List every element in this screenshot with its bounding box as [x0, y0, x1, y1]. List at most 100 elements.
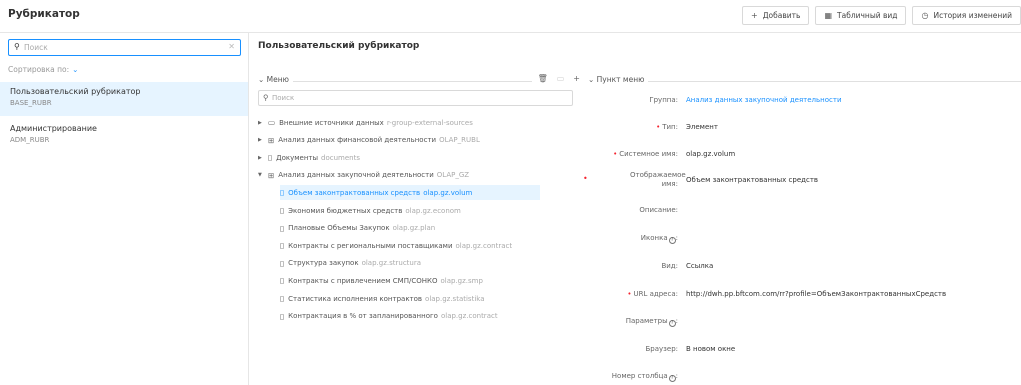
tree-node-name: Плановые Объемы Закупок: [288, 224, 390, 233]
clear-icon[interactable]: ✕: [228, 42, 235, 51]
field-value: http://dwh.pp.bftcom.com/rr?profile=Объе…: [686, 290, 947, 298]
item-section-label: Пункт меню: [596, 75, 645, 84]
item-section-header: ⌄ Пункт меню: [588, 75, 1021, 87]
tree-node[interactable]: ▯ Экономия бюджетных средств olap.gz.econo…: [280, 203, 465, 218]
rubricator-search-input[interactable]: [24, 41, 224, 54]
field-value[interactable]: Анализ данных закупочной деятельности: [686, 96, 842, 104]
field-label: Браузер:: [645, 345, 678, 353]
history-button[interactable]: ◷ История изменений: [912, 6, 1021, 25]
tree-node[interactable]: ▯ Контракты с региональными поставщиками o…: [280, 238, 516, 253]
tree-node[interactable]: ▶ ▭ Внешние источники данных r-group-extern…: [258, 115, 477, 130]
field-label: • Системное имя:: [613, 150, 678, 158]
tree-node-name: Анализ данных финансовой деятельности: [278, 136, 437, 145]
chevron-down-icon[interactable]: ⌄: [72, 65, 78, 74]
tree-node[interactable]: ▼ ⊞ Анализ данных закупочной деятельности O…: [258, 168, 473, 183]
folder-icon[interactable]: ▭: [557, 74, 565, 83]
tree-node-code: olap.gz.structura: [361, 259, 422, 268]
caret-down-icon[interactable]: ▼: [258, 172, 268, 178]
tree-node-name: Анализ данных закупочной деятельности: [278, 171, 434, 180]
caret-right-icon[interactable]: ▶: [258, 137, 268, 143]
field-value: В новом окне: [686, 345, 736, 353]
menu-search[interactable]: ⚲: [258, 90, 573, 106]
caret-right-icon[interactable]: ▶: [258, 120, 268, 126]
caret-right-icon[interactable]: ▶: [258, 155, 268, 161]
rubricator-item-base[interactable]: Пользовательский рубрикатор BASE_RUBR: [0, 82, 248, 116]
label-colon: :: [675, 317, 678, 325]
document-icon: ▯: [268, 153, 273, 163]
menu-actions: 🗑 ▭ +: [531, 74, 580, 83]
field-label-text: Браузер:: [645, 345, 678, 353]
tree-node[interactable]: ▯ Плановые Объемы Закупок olap.gz.plan: [280, 221, 439, 236]
form-row: • Системное имя: olap.gz.volum: [588, 145, 1021, 165]
plus-icon[interactable]: +: [573, 74, 580, 83]
tree-node[interactable]: ▯ Статистика исполнения контрактов olap.gz…: [280, 291, 489, 306]
search-icon: ⚲: [14, 42, 20, 51]
table-view-button[interactable]: ▦ Табличный вид: [815, 6, 907, 25]
help-icon[interactable]: ?: [668, 375, 676, 382]
required-marker: •: [613, 150, 618, 158]
field-label: • URL адреса:: [627, 290, 678, 298]
tree-node[interactable]: ▶ ⊞ Анализ данных финансовой деятельности O…: [258, 133, 484, 148]
form-row: Браузер: В новом окне: [588, 340, 1021, 360]
help-icon[interactable]: ?: [668, 320, 676, 327]
menu-section-header: ⌄ Меню 🗑 ▭ +: [258, 74, 580, 87]
plus-icon: +: [750, 11, 758, 20]
group-icon: ⊞: [268, 135, 275, 145]
top-bar: Рубрикатор + Добавить ▦ Табличный вид ◷ …: [0, 0, 1021, 33]
tree-node-name: Статистика исполнения контрактов: [288, 294, 423, 303]
trash-icon[interactable]: 🗑: [538, 74, 548, 83]
sort-label: Сортировка по:: [8, 65, 70, 74]
tree-node[interactable]: ▯ Структура закупок olap.gz.structura: [280, 256, 425, 271]
tree-node-name: Объем законтрактованных средств: [288, 188, 421, 197]
label-colon: :: [675, 372, 678, 380]
field-value: Объем законтрактованных средств: [686, 176, 819, 184]
tree-node-name: Экономия бюджетных средств: [288, 206, 403, 215]
form-row: Описание:: [588, 201, 1021, 221]
document-icon: ▯: [280, 311, 285, 321]
tree-node-code: olap.gz.contract: [455, 241, 513, 250]
rubricator-search[interactable]: ⚲ ✕: [8, 39, 241, 56]
add-button-label: Добавить: [762, 11, 801, 20]
tree-node[interactable]: ▶ ▯ Документы documents: [258, 150, 364, 165]
label-colon: :: [675, 234, 678, 242]
tree-node-name: Документы: [276, 153, 319, 162]
field-label-text: Вид:: [661, 262, 678, 270]
field-label: Отображаемое имя:: [630, 171, 686, 189]
app-title: Рубрикатор: [8, 8, 80, 20]
field-label: Вид:: [661, 262, 678, 270]
history-button-label: История изменений: [933, 11, 1012, 20]
field-label: Иконка?:: [641, 234, 678, 244]
document-icon: ▯: [280, 258, 285, 268]
tree-node-code: r-group-external-sources: [386, 118, 473, 127]
field-value: Ссылка: [686, 262, 714, 270]
rubricator-item-admin[interactable]: Администрирование ADM_RUBR: [0, 119, 248, 153]
field-label: Описание:: [639, 206, 678, 214]
field-label: Номер столбца?:: [612, 372, 678, 382]
field-label-text: Номер столбца: [611, 372, 668, 380]
document-icon: ▯: [280, 188, 285, 198]
menu-search-input[interactable]: [272, 92, 562, 104]
tree-node-code: olap.gz.statistika: [425, 294, 485, 303]
sort-control[interactable]: Сортировка по: ⌄: [8, 65, 78, 74]
tree-node-code: olap.gz.plan: [392, 224, 436, 233]
add-button[interactable]: + Добавить: [741, 6, 810, 25]
field-label-text: URL адреса:: [633, 290, 679, 298]
toolbar: + Добавить ▦ Табличный вид ◷ История изм…: [741, 6, 1021, 25]
document-icon: ▯: [280, 206, 285, 215]
tree-node-name: Контрактация в % от запланированного: [288, 312, 438, 321]
field-label-text: Иконка: [640, 234, 668, 242]
help-icon[interactable]: ?: [668, 237, 676, 244]
tree-node-code: OLAP_GZ: [436, 171, 470, 180]
required-marker: •: [627, 290, 632, 298]
field-label-text: Описание:: [639, 206, 678, 214]
menu-section-toggle[interactable]: ⌄ Меню: [258, 75, 293, 84]
tree-node-code: olap.gz.contract: [440, 312, 498, 321]
group-icon: ⊞: [268, 170, 275, 180]
item-section-toggle[interactable]: ⌄ Пункт меню: [588, 75, 649, 84]
tree-node[interactable]: ▯ Контракты с привлечением СМП/СОНКО olap.…: [280, 273, 487, 288]
tree-node-name: Структура закупок: [288, 259, 359, 268]
tree-node[interactable]: ▯ Контрактация в % от запланированного ola…: [280, 309, 502, 324]
tree-node[interactable]: ▯ Объем законтрактованных средств olap.gz.…: [280, 185, 540, 201]
tree-node-name: Внешние источники данных: [279, 118, 384, 127]
chevron-down-icon: ⌄: [258, 75, 267, 84]
